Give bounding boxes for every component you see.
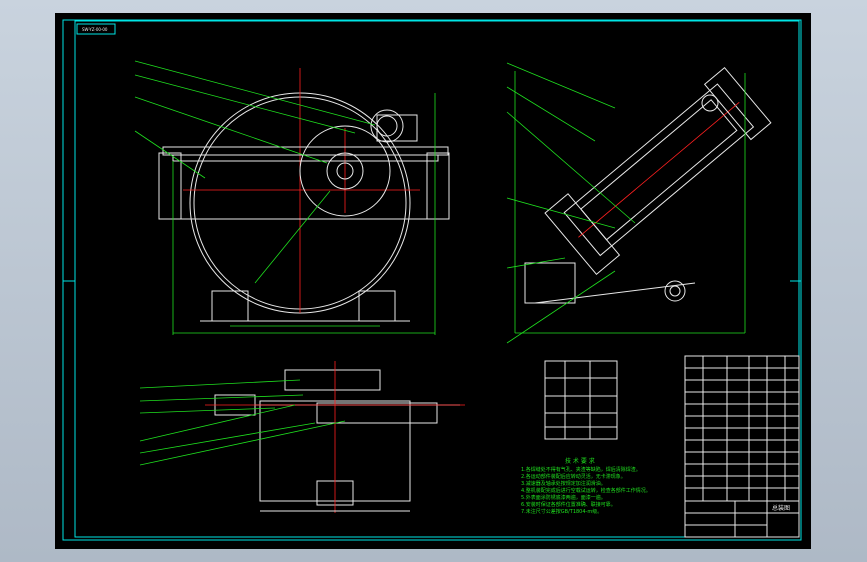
notes-heading: 技 术 要 求 xyxy=(565,457,595,465)
side-leader-4 xyxy=(506,197,616,229)
tilted-centerline xyxy=(578,101,740,238)
note-line: 1.各焊缝处不得有气孔、夹渣等缺陷，焊后清除焊渣。 xyxy=(521,466,641,473)
note-line: 7.未注尺寸公差按GB/T1804-m级。 xyxy=(521,508,602,515)
right-foot xyxy=(358,290,396,322)
top-leader-6 xyxy=(139,420,346,466)
side-wheel xyxy=(664,280,686,302)
side-base-block xyxy=(524,262,576,304)
top-leader-2 xyxy=(139,394,304,402)
left-support xyxy=(158,152,182,220)
small-parts-table xyxy=(544,360,618,440)
side-motor xyxy=(701,94,719,112)
top-leader-5 xyxy=(139,422,316,454)
note-line: 5.外表面涂防锈底漆两遍，面漆一遍。 xyxy=(521,494,606,501)
title-tag: SW-YZ-00-00 xyxy=(76,23,116,35)
note-line: 6.安装时保证各部件位置准确、联接可靠。 xyxy=(521,501,616,508)
side-wheel-hub xyxy=(669,285,681,297)
side-view xyxy=(506,62,772,344)
left-foot xyxy=(211,290,249,322)
technical-notes: 技 术 要 求 1.各焊缝处不得有气孔、夹渣等缺陷，焊后清除焊渣。 2.各运动部… xyxy=(521,457,651,515)
title-tag-text: SW-YZ-00-00 xyxy=(82,27,108,32)
title-block: 总装图 xyxy=(684,500,800,538)
top-leader-1 xyxy=(139,379,301,389)
note-line: 2.各运动部件装配后应转动灵活，无卡滞现象。 xyxy=(521,473,626,480)
leader-1 xyxy=(134,60,376,126)
side-leader-6 xyxy=(506,270,616,344)
bill-of-materials xyxy=(684,355,800,502)
outer-frame xyxy=(62,19,802,541)
note-line: 4.整机装配完成后进行空载试运转，检查各部件工作情况。 xyxy=(521,487,651,494)
leader-5 xyxy=(254,190,331,284)
side-leader-2 xyxy=(506,86,596,142)
right-support xyxy=(426,152,450,220)
leader-2 xyxy=(134,74,356,134)
titleblock-label: 总装图 xyxy=(772,504,790,512)
motor-inner xyxy=(376,115,398,137)
top-view xyxy=(139,361,465,513)
cad-viewport[interactable]: SW-YZ-00-00 技 术 要 求 1.各焊缝处不得有气孔、夹渣等缺陷，焊后… xyxy=(55,13,811,549)
front-view xyxy=(134,60,450,335)
inner-frame xyxy=(74,20,800,538)
note-line: 3.减速器及轴承处按规定加注润滑油。 xyxy=(521,480,606,487)
drawing-canvas: SW-YZ-00-00 技 术 要 求 1.各焊缝处不得有气孔、夹渣等缺陷，焊后… xyxy=(62,19,802,541)
side-leader-1 xyxy=(506,62,616,109)
